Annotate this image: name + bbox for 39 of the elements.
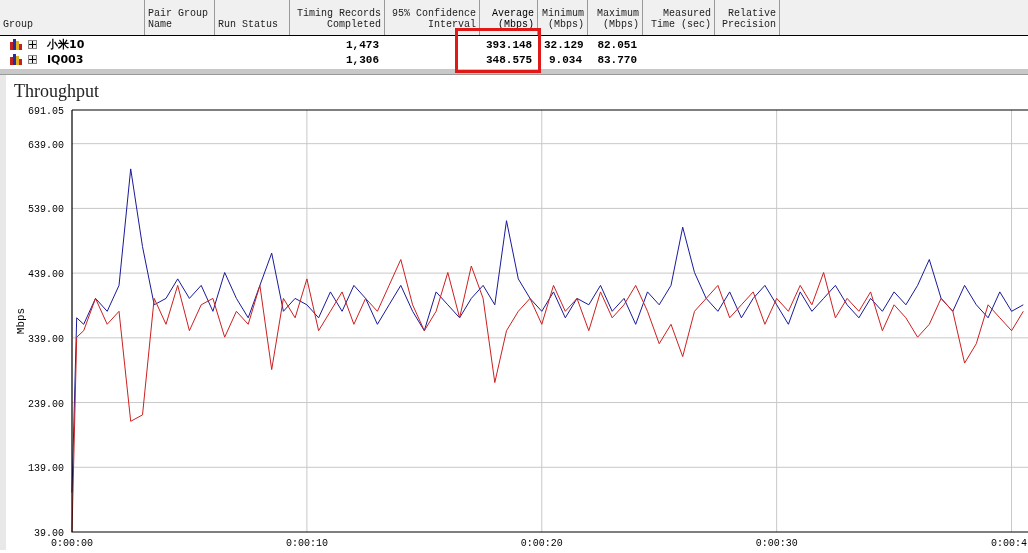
column-header[interactable]: Average (Mbps) xyxy=(480,0,538,35)
column-header[interactable]: Pair Group Name xyxy=(145,0,215,35)
table-cell: 32.129 xyxy=(544,38,584,51)
y-axis-title: Mbps xyxy=(15,307,27,335)
table-cell: 1,473 xyxy=(346,38,379,51)
y-tick-label: 439.00 xyxy=(28,269,64,281)
x-tick-label: 0:00:00 xyxy=(51,538,93,549)
y-tick-label: 139.00 xyxy=(28,463,64,475)
table-cell: 348.575 xyxy=(486,53,533,66)
x-tick-label: 0:00:4 xyxy=(991,538,1027,549)
column-header[interactable]: Minimum (Mbps) xyxy=(538,0,588,35)
expand-toggle[interactable] xyxy=(28,55,37,64)
bar-chart-icon xyxy=(10,39,22,50)
x-tick-label: 0:00:30 xyxy=(755,538,798,549)
column-header[interactable]: 95% Confidence Interval xyxy=(385,0,480,35)
table-cell: 9.034 xyxy=(549,53,582,66)
table-cell: 83.770 xyxy=(597,53,637,66)
y-tick-label: 691.05 xyxy=(28,106,64,117)
chart-title: Throughput xyxy=(13,80,100,102)
column-header[interactable]: Relative Precision xyxy=(715,0,780,35)
x-tick-label: 0:00:20 xyxy=(520,538,563,549)
x-tick-label: 0:00:10 xyxy=(285,538,328,549)
table-cell: 393.148 xyxy=(486,38,533,51)
y-tick-label: 339.00 xyxy=(28,333,64,345)
column-header[interactable]: Group xyxy=(0,0,145,35)
y-tick-label: 539.00 xyxy=(28,204,64,216)
expand-toggle[interactable] xyxy=(28,40,37,49)
table-cell: 82.051 xyxy=(597,38,637,51)
group-name: IQ003 xyxy=(47,53,84,66)
y-tick-label: 239.00 xyxy=(28,398,64,410)
y-tick-label: 39.00 xyxy=(34,528,64,539)
table-cell: 1,306 xyxy=(346,53,379,66)
group-name: 小米10 xyxy=(47,37,85,52)
column-header[interactable]: Timing Records Completed xyxy=(290,0,385,35)
column-header[interactable]: Run Status xyxy=(215,0,290,35)
column-header[interactable]: Measured Time (sec) xyxy=(643,0,715,35)
y-tick-label: 639.00 xyxy=(28,139,64,151)
bar-chart-icon xyxy=(10,54,22,65)
column-header[interactable]: Maximum (Mbps) xyxy=(588,0,643,35)
